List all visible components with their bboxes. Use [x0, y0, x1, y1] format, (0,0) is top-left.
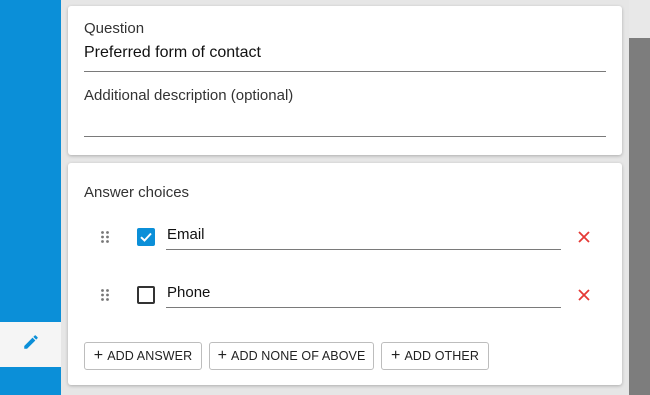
drag-handle-icon[interactable]: [101, 288, 109, 301]
plus-icon: +: [391, 347, 401, 364]
description-input[interactable]: [84, 110, 606, 134]
answer-underline: [166, 249, 561, 250]
add-none-of-above-label: ADD NONE OF ABOVE: [231, 349, 366, 363]
answers-card: Answer choices Email Phone + ADD ANSWER …: [68, 163, 622, 385]
add-answer-button[interactable]: + ADD ANSWER: [84, 342, 202, 370]
answer-row: Phone: [68, 275, 622, 315]
question-card: Question Preferred form of contact Addit…: [68, 6, 622, 155]
check-icon: [140, 232, 152, 242]
pencil-icon: [22, 333, 40, 356]
add-answer-label: ADD ANSWER: [107, 349, 193, 363]
drag-handle-icon[interactable]: [101, 230, 109, 243]
answer-checkbox[interactable]: [137, 286, 155, 304]
answer-underline: [166, 307, 561, 308]
scrollbar-track: [629, 0, 650, 38]
add-none-of-above-button[interactable]: + ADD NONE OF ABOVE: [209, 342, 374, 370]
add-other-label: ADD OTHER: [404, 349, 479, 363]
question-input[interactable]: Preferred form of contact: [84, 44, 261, 62]
plus-icon: +: [93, 347, 104, 364]
answer-row: Email: [68, 217, 622, 257]
description-label: Additional description (optional): [84, 87, 294, 104]
add-other-button[interactable]: + ADD OTHER: [381, 342, 489, 370]
close-icon[interactable]: [576, 229, 592, 245]
plus-icon: +: [217, 347, 228, 364]
answer-checkbox[interactable]: [137, 228, 155, 246]
question-label: Question: [84, 20, 145, 37]
edit-tab[interactable]: [0, 322, 61, 367]
question-underline: [84, 71, 606, 72]
close-icon[interactable]: [576, 287, 592, 303]
description-underline: [84, 136, 606, 137]
answer-input[interactable]: Email: [167, 226, 205, 243]
scrollbar[interactable]: [629, 0, 650, 395]
answer-input[interactable]: Phone: [167, 284, 210, 301]
answers-title: Answer choices: [84, 184, 190, 201]
